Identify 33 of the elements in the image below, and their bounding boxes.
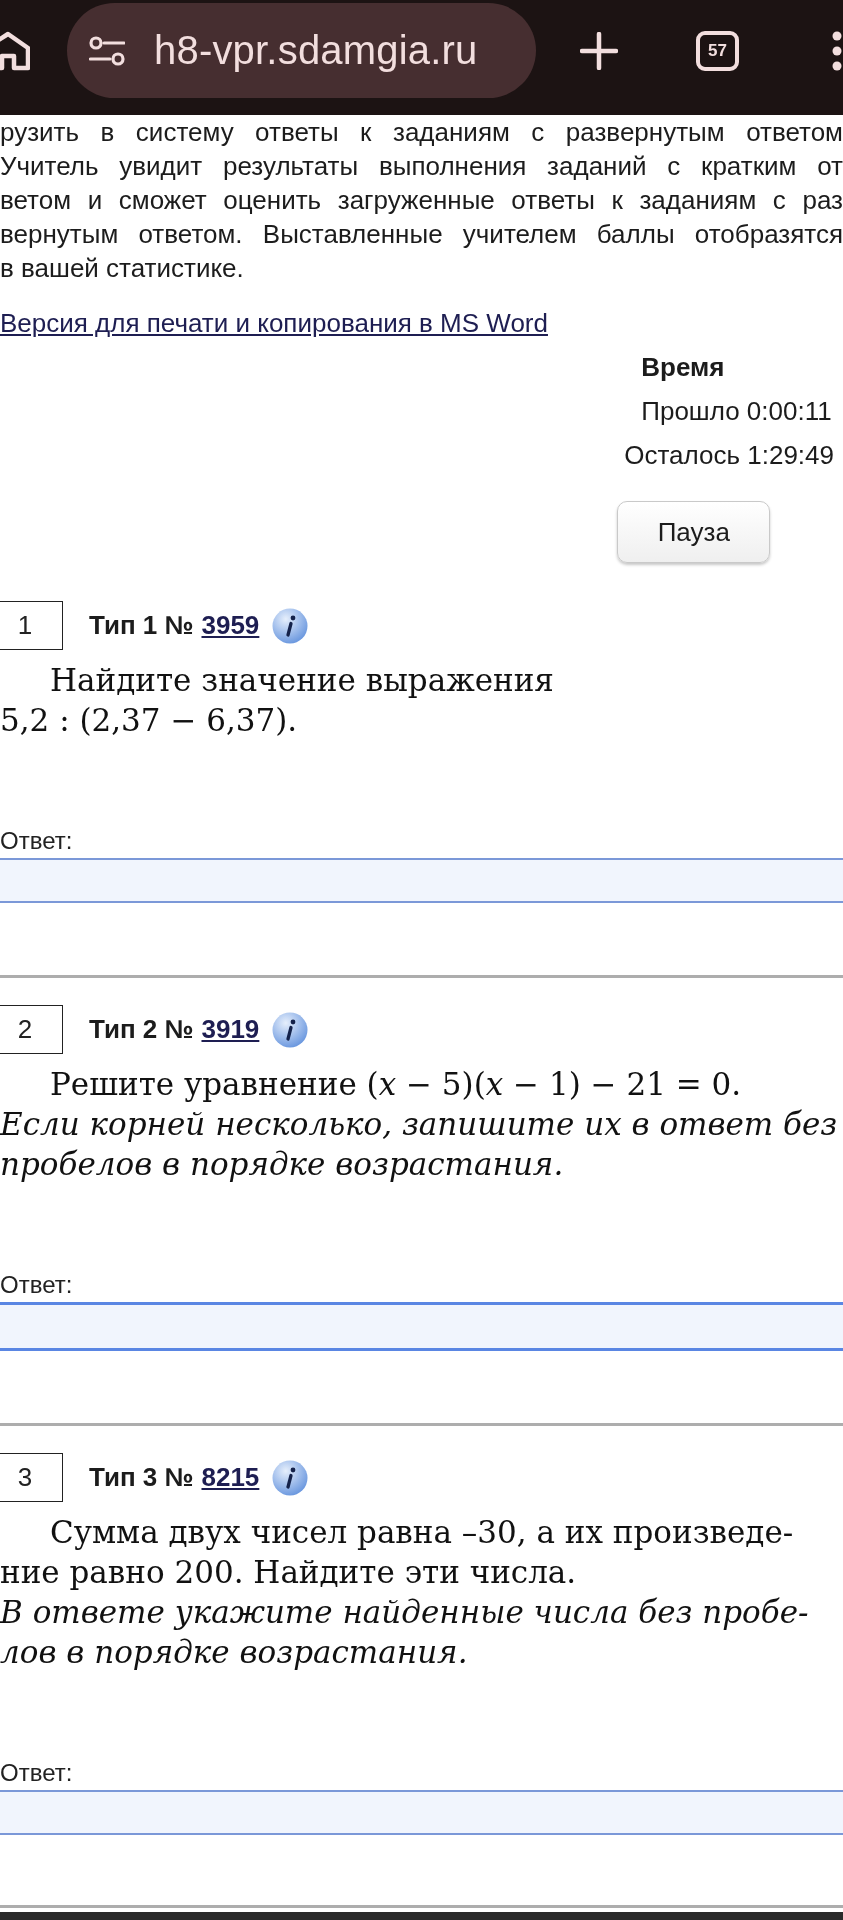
task-statement: Найдите значение выражения 5,2 : (2,37 − 6,37). — [0, 661, 555, 740]
task-number: 2 — [0, 1005, 63, 1054]
task-id-link[interactable]: 3919 — [201, 1014, 260, 1045]
elapsed-time: Прошло 0:00:11 — [640, 395, 832, 428]
info-icon[interactable] — [272, 1011, 309, 1048]
pause-button[interactable]: Пауза — [617, 501, 771, 563]
task-instruction: В ответе укажите найденные числа без пробе- лов в порядке возрастания. — [0, 1593, 810, 1672]
site-settings-icon[interactable] — [89, 35, 125, 66]
answer-label: Ответ: — [0, 1270, 73, 1300]
info-icon[interactable] — [272, 607, 309, 644]
task-type-label: Тип 1 № — [89, 610, 194, 641]
answer-field[interactable] — [0, 858, 843, 903]
intro-text: рузить в систему ответы к заданиям с развернутым ответом Учитель увидит результаты выполнения заданий с кратким от ветом и сможет оценить загруженные ответы к заданиям с раз вернутым ответом. Выставленные учителем баллы отобразятся в вашей статистике. — [0, 116, 843, 285]
task-number: 3 — [0, 1453, 63, 1502]
task-type-label: Тип 2 № — [89, 1014, 194, 1045]
print-version-link[interactable]: Версия для печати и копирования в MS Word — [0, 306, 548, 340]
tab-switcher-button[interactable]: 57 — [696, 30, 739, 71]
task-id-link[interactable]: 3959 — [201, 610, 260, 641]
answer-field[interactable] — [0, 1302, 843, 1351]
task-statement: Сумма двух чисел равна –30, а их произведе- ние равно 200. Найдите эти числа. — [0, 1513, 795, 1592]
info-icon[interactable] — [272, 1459, 309, 1496]
home-icon[interactable] — [0, 30, 30, 71]
task-type-label: Тип 3 № — [89, 1462, 194, 1493]
answer-label: Ответ: — [0, 1758, 73, 1788]
task-statement: Решите уравнение (x − 5)(x − 1) − 21 = 0. — [49, 1065, 743, 1104]
task-id-link[interactable]: 8215 — [201, 1462, 260, 1493]
timer-title: Время — [640, 351, 725, 384]
plus-icon[interactable] — [580, 31, 618, 70]
answer-label: Ответ: — [0, 826, 73, 856]
answer-field[interactable] — [0, 1790, 843, 1835]
remaining-time: Осталось 1:29:49 — [624, 439, 834, 472]
task-number: 1 — [0, 601, 63, 650]
task-instruction: Если корней несколько, запишите их в ответ без пробелов в порядке возрастания. — [0, 1105, 839, 1184]
